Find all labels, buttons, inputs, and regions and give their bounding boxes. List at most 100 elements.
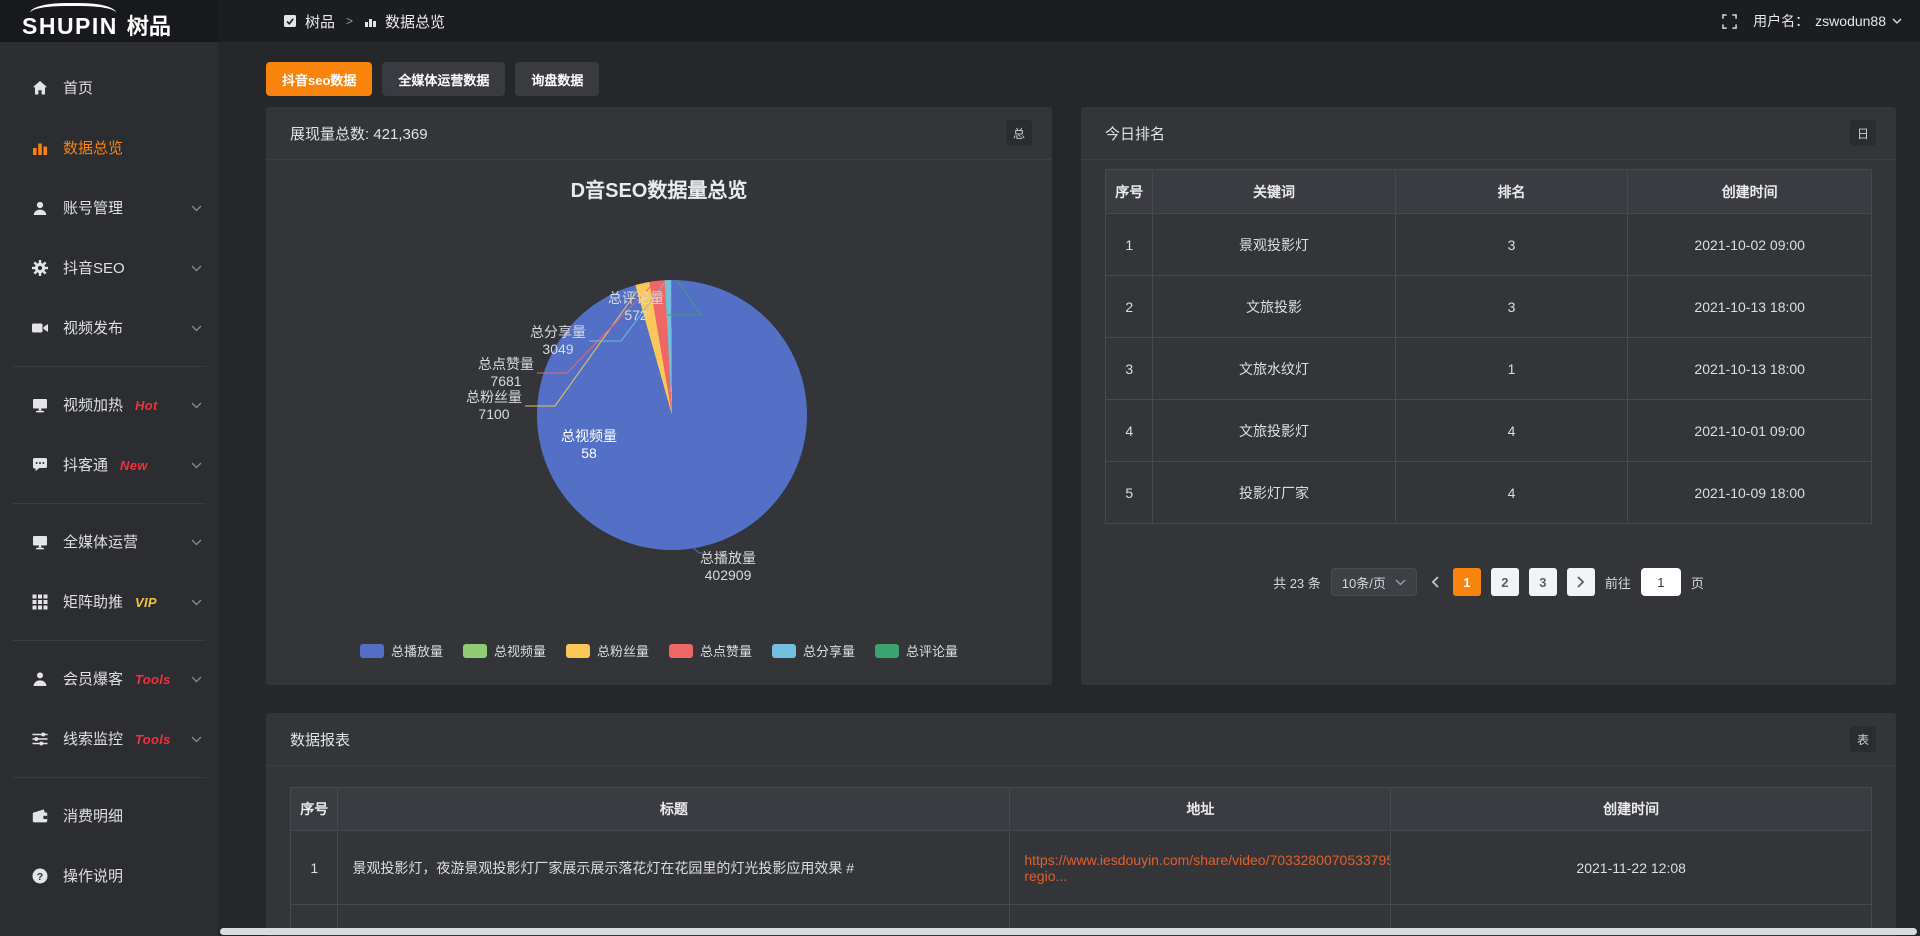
sidebar-item[interactable]: 账号管理 — [0, 178, 218, 238]
rank-cell: 文旅投影 — [1153, 276, 1395, 338]
chevron-down-icon — [191, 599, 202, 606]
prev-page-button[interactable] — [1427, 576, 1443, 588]
sidebar-divider — [12, 777, 206, 778]
goto-page-input[interactable] — [1641, 568, 1681, 596]
sidebar-item[interactable]: 矩阵助推VIP — [0, 572, 218, 632]
report-col-header: 标题 — [338, 788, 1010, 831]
sidebar-item-badge: Tools — [135, 672, 171, 687]
user-card-icon — [30, 199, 49, 218]
data-tabs: 抖音seo数据全媒体运营数据询盘数据 — [266, 62, 1896, 96]
impressions-total-label: 展现量总数: 421,369 — [290, 123, 428, 144]
pie-label-value: 7100 — [478, 406, 509, 422]
legend-label: 总点赞量 — [700, 641, 752, 660]
sidebar-item-label: 抖音SEO — [63, 261, 125, 276]
rank-cell: 文旅投影灯 — [1153, 400, 1395, 462]
logo-arc-icon — [30, 3, 116, 13]
legend-item[interactable]: 总点赞量 — [669, 641, 752, 660]
pie-leader-lines — [266, 160, 1052, 684]
fullscreen-icon[interactable] — [1722, 14, 1737, 29]
goto-unit-label: 页 — [1691, 573, 1704, 592]
pie-label: 总点赞量7681 — [478, 356, 534, 390]
sidebar-item-badge: VIP — [135, 595, 157, 610]
page-size-value: 10条/页 — [1342, 573, 1386, 592]
legend-item[interactable]: 总粉丝量 — [566, 641, 649, 660]
rank-col-header: 排名 — [1395, 170, 1628, 214]
pie-label: 总分享量3049 — [530, 324, 586, 358]
rank-cell: 2021-10-13 18:00 — [1628, 338, 1872, 400]
seo-overview-panel-head: 展现量总数: 421,369 总 — [266, 107, 1052, 160]
sidebar-divider — [12, 503, 206, 504]
logo[interactable]: SHUPIN 树品 — [0, 0, 218, 42]
report-col-header: 创建时间 — [1391, 788, 1872, 831]
sidebar-item[interactable]: ?操作说明 — [0, 846, 218, 906]
header-right: 用户名：zswodun88 — [1722, 11, 1920, 31]
user-menu[interactable]: 用户名：zswodun88 — [1753, 11, 1902, 31]
sidebar-item-label: 操作说明 — [63, 869, 123, 884]
member-icon — [30, 670, 49, 689]
legend-item[interactable]: 总评论量 — [875, 641, 958, 660]
chevron-down-icon — [191, 265, 202, 272]
main-content: 抖音seo数据全媒体运营数据询盘数据 展现量总数: 421,369 总 D音SE… — [218, 42, 1920, 936]
rank-cell: 1 — [1106, 214, 1153, 276]
table-badge-button[interactable]: 表 — [1850, 726, 1876, 752]
horizontal-scrollbar[interactable] — [220, 928, 1917, 935]
bar-chart-icon — [30, 139, 49, 158]
sidebar-divider — [12, 366, 206, 367]
rank-cell: 文旅水纹灯 — [1153, 338, 1395, 400]
table-row: 2文旅投影32021-10-13 18:00 — [1106, 276, 1872, 338]
legend-swatch — [360, 644, 384, 658]
rank-col-header: 关键词 — [1153, 170, 1395, 214]
bar-chart-icon — [364, 15, 377, 28]
page-size-select[interactable]: 10条/页 — [1331, 568, 1417, 596]
sidebar-item[interactable]: 首页 — [0, 58, 218, 118]
rank-cell: 3 — [1106, 338, 1153, 400]
sidebar-item[interactable]: 数据总览 — [0, 118, 218, 178]
video-camera-icon — [30, 319, 49, 338]
tab-inactive[interactable]: 询盘数据 — [515, 62, 599, 96]
legend-item[interactable]: 总播放量 — [360, 641, 443, 660]
legend-swatch — [463, 644, 487, 658]
pie-label-name: 总播放量 — [700, 550, 756, 566]
chevron-down-icon — [191, 402, 202, 409]
rank-cell: 5 — [1106, 462, 1153, 524]
sidebar-item[interactable]: 抖客通New — [0, 435, 218, 495]
sidebar-item[interactable]: 消费明细 — [0, 786, 218, 846]
sidebar-item-label: 数据总览 — [63, 141, 123, 156]
page-button[interactable]: 3 — [1529, 568, 1557, 596]
day-badge-button[interactable]: 日 — [1850, 120, 1876, 146]
sidebar-item[interactable]: 全媒体运营 — [0, 512, 218, 572]
grid-icon — [30, 593, 49, 612]
sidebar-item[interactable]: 视频发布 — [0, 298, 218, 358]
pie-label-name: 总视频量 — [561, 428, 617, 444]
sidebar-item[interactable]: 线索监控Tools — [0, 709, 218, 769]
rank-col-header: 序号 — [1106, 170, 1153, 214]
sidebar-item-badge: New — [120, 458, 148, 473]
sidebar-item[interactable]: 会员爆客Tools — [0, 649, 218, 709]
table-row: 5投影灯厂家42021-10-09 18:00 — [1106, 462, 1872, 524]
legend-item[interactable]: 总视频量 — [463, 641, 546, 660]
sidebar-item[interactable]: 抖音SEO — [0, 238, 218, 298]
app-root: SHUPIN 树品 树品 > 数据总览 用户名：zswodun88 首页数据总览… — [0, 0, 1920, 936]
chevron-down-icon — [191, 736, 202, 743]
total-badge-button[interactable]: 总 — [1006, 120, 1032, 146]
legend-swatch — [669, 644, 693, 658]
video-link[interactable]: https://www.iesdouyin.com/share/video/70… — [1024, 852, 1391, 884]
report-url-cell: https://www.iesdouyin.com/share/video/70… — [1010, 831, 1391, 905]
logo-text-en: SHUPIN — [22, 15, 118, 38]
pie-label-value: 402909 — [705, 567, 752, 583]
chevron-down-icon — [191, 205, 202, 212]
page-button[interactable]: 2 — [1491, 568, 1519, 596]
rank-cell: 2 — [1106, 276, 1153, 338]
breadcrumb-current[interactable]: 数据总览 — [385, 11, 445, 32]
pie-label-name: 总分享量 — [530, 324, 586, 340]
page-button[interactable]: 1 — [1453, 568, 1481, 596]
legend-item[interactable]: 总分享量 — [772, 641, 855, 660]
breadcrumb-root[interactable]: 树品 — [305, 11, 335, 32]
sidebar-item[interactable]: 视频加热Hot — [0, 375, 218, 435]
chart-legend: 总播放量 总视频量 总粉丝量 总点赞量 总分享量 总评论量 — [266, 641, 1052, 660]
next-page-button[interactable] — [1567, 568, 1595, 596]
sidebar-divider — [12, 640, 206, 641]
rank-col-header: 创建时间 — [1628, 170, 1872, 214]
tab-active[interactable]: 抖音seo数据 — [266, 62, 372, 96]
tab-inactive[interactable]: 全媒体运营数据 — [382, 62, 505, 96]
